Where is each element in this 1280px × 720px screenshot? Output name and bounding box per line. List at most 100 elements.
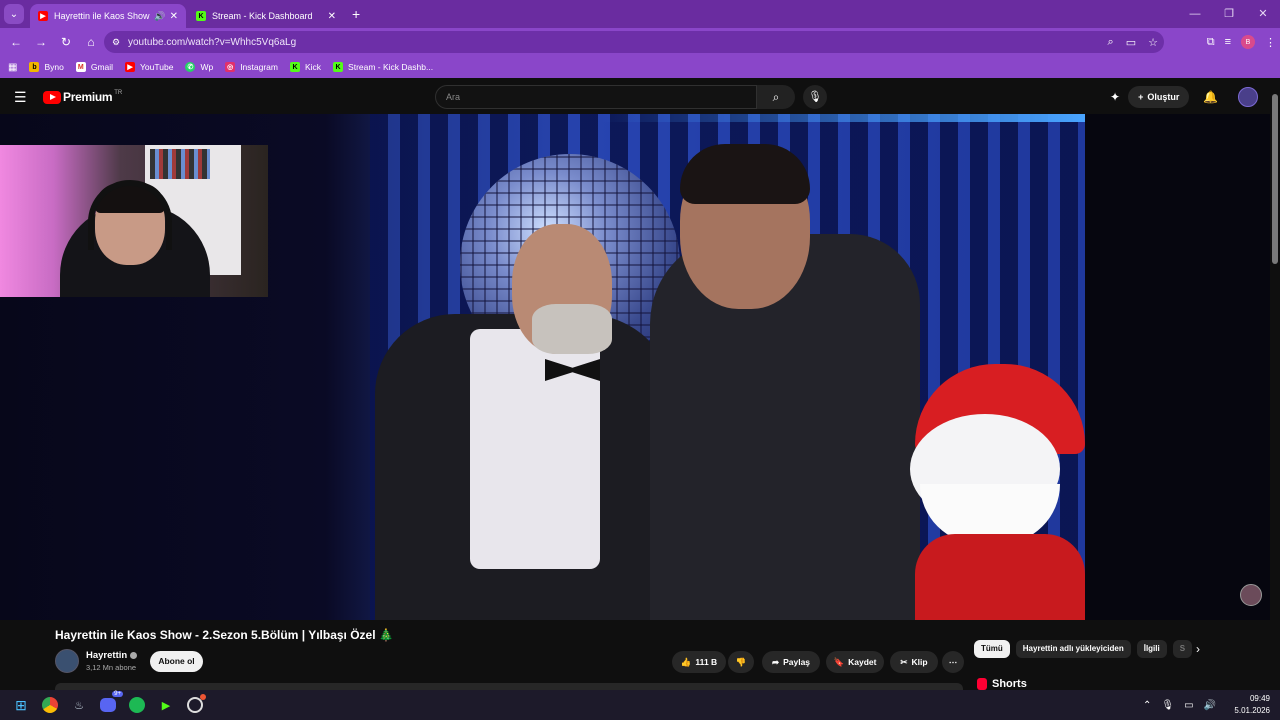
webcam-books bbox=[150, 149, 210, 179]
speaker-icon[interactable]: 🔊 bbox=[154, 11, 165, 22]
kick-app-icon[interactable]: ▶ bbox=[155, 694, 177, 716]
restore-icon[interactable]: ❐ bbox=[1212, 0, 1246, 28]
tab-close-icon[interactable]: ✕ bbox=[170, 11, 178, 22]
search-icon: ⌕ bbox=[772, 90, 780, 104]
tray-chevron-up-icon[interactable]: ⌃ bbox=[1143, 700, 1151, 711]
webcam-overlay bbox=[0, 145, 268, 297]
minimize-icon[interactable]: — bbox=[1178, 0, 1212, 28]
share-arrow-icon: ➦ bbox=[771, 656, 780, 667]
channel-name[interactable]: Hayrettin bbox=[86, 650, 127, 661]
voice-search-mic-icon[interactable]: 🎙 bbox=[803, 85, 827, 109]
browser-tab-bar: ⌄ ▶ Hayrettin ile Kaos Show - 2. 🔊 ✕ K S… bbox=[0, 0, 1280, 28]
bookmark-byno[interactable]: b Byno bbox=[29, 62, 64, 72]
site-info-icon[interactable]: ⚙ bbox=[112, 37, 120, 48]
obs-icon[interactable] bbox=[184, 694, 206, 716]
channel-name-row[interactable]: Hayrettin bbox=[86, 650, 138, 661]
hamburger-menu-icon[interactable]: ☰ bbox=[14, 89, 27, 106]
windows-taskbar: ⊞ ♨ 9+ ▶ ⌃ 🎙 ▭ 🔊 09:49 5.01.2026 bbox=[0, 690, 1280, 720]
close-window-icon[interactable]: ✕ bbox=[1246, 0, 1280, 28]
bookmark-kick-dashboard[interactable]: K Stream - Kick Dashb... bbox=[333, 62, 433, 72]
create-button[interactable]: + Oluştur bbox=[1128, 86, 1190, 108]
chip-from-uploader[interactable]: Hayrettin adlı yükleyiciden bbox=[1015, 640, 1131, 658]
stage-light bbox=[600, 114, 1085, 122]
tab-youtube-video[interactable]: ▶ Hayrettin ile Kaos Show - 2. 🔊 ✕ bbox=[30, 4, 186, 28]
share-button[interactable]: ➦ Paylaş bbox=[762, 651, 820, 673]
chrome-icon[interactable] bbox=[39, 694, 61, 716]
host-left-beard bbox=[532, 304, 612, 354]
search-button[interactable]: ⌕ bbox=[757, 85, 795, 109]
recording-dot-icon bbox=[200, 694, 206, 700]
gemini-sparkle-icon[interactable]: ✦ bbox=[1110, 90, 1120, 104]
youtube-header: ☰ Premium TR Ara ⌕ 🎙 ✦ + Oluştur 🔔 bbox=[0, 80, 1270, 114]
scrollbar-thumb[interactable] bbox=[1272, 94, 1278, 264]
back-arrow-icon[interactable]: ← bbox=[4, 35, 28, 49]
chip-related[interactable]: İlgili bbox=[1136, 640, 1167, 658]
tab-kick-dashboard[interactable]: K Stream - Kick Dashboard ✕ bbox=[188, 4, 344, 28]
like-button[interactable]: 👍 111 B bbox=[672, 651, 726, 673]
page-scrollbar[interactable] bbox=[1270, 80, 1280, 690]
bookmark-gmail[interactable]: M Gmail bbox=[75, 62, 113, 72]
extensions-icon[interactable]: ⧉ bbox=[1207, 36, 1215, 49]
search-input[interactable]: Ara bbox=[435, 85, 757, 109]
volume-icon[interactable]: 🔊 bbox=[1204, 700, 1216, 711]
more-actions-button[interactable]: ⋯ bbox=[942, 651, 964, 673]
thumbs-down-icon: 👎 bbox=[735, 656, 747, 667]
address-bar[interactable]: ⚙ youtube.com/watch?v=Whhc5Vq6aLg ⌕ ▭ ☆ bbox=[104, 31, 1164, 53]
system-clock[interactable]: 09:49 5.01.2026 bbox=[1234, 693, 1270, 717]
zoom-icon[interactable]: ⌕ bbox=[1108, 36, 1114, 49]
subscribe-button[interactable]: Abone ol bbox=[150, 651, 203, 672]
channel-avatar[interactable] bbox=[55, 649, 79, 673]
bookmark-label: Byno bbox=[44, 62, 64, 72]
discord-icon[interactable]: 9+ bbox=[97, 691, 123, 716]
instagram-icon: ◎ bbox=[225, 62, 236, 72]
youtube-play-logo-icon bbox=[43, 90, 61, 104]
like-count: 111 B bbox=[695, 657, 718, 667]
bookmark-kick[interactable]: K Kick bbox=[289, 62, 321, 72]
bookmark-instagram[interactable]: ◎ Instagram bbox=[225, 62, 278, 72]
chip-all[interactable]: Tümü bbox=[974, 640, 1010, 658]
tab-title: Stream - Kick Dashboard bbox=[212, 11, 313, 21]
host-right-hair bbox=[680, 144, 810, 204]
subscriber-count: 3,12 Mn abone bbox=[86, 663, 137, 672]
video-ambient-side bbox=[1085, 114, 1270, 620]
floating-channel-badge[interactable] bbox=[1240, 584, 1262, 606]
reload-icon[interactable]: ↻ bbox=[54, 35, 78, 49]
discord-badge: 9+ bbox=[112, 691, 123, 697]
window-controls: — ❐ ✕ bbox=[1178, 0, 1280, 28]
bookmark-wp[interactable]: ✆ Wp bbox=[185, 62, 213, 72]
windows-start-icon[interactable]: ⊞ bbox=[10, 694, 32, 716]
bookmark-label: Stream - Kick Dashb... bbox=[348, 62, 434, 72]
chevron-right-icon[interactable]: › bbox=[1196, 642, 1200, 656]
account-avatar[interactable] bbox=[1238, 87, 1259, 107]
notifications-bell-icon[interactable]: 🔔 bbox=[1203, 90, 1218, 104]
bookmark-star-icon[interactable]: ☆ bbox=[1148, 36, 1158, 49]
clip-button[interactable]: ✂ Klip bbox=[890, 651, 938, 673]
media-control-icon[interactable]: ≡ bbox=[1225, 36, 1231, 48]
new-tab-plus-icon[interactable]: + bbox=[352, 6, 360, 22]
cast-icon[interactable]: ▭ bbox=[1126, 36, 1136, 49]
spotify-icon[interactable] bbox=[126, 694, 148, 716]
kick-icon: K bbox=[289, 62, 300, 72]
santa-balloon-body bbox=[915, 534, 1085, 620]
apps-grid-icon[interactable]: ▦ bbox=[8, 62, 17, 73]
byno-icon: b bbox=[29, 62, 40, 72]
bookmark-label: YouTube bbox=[140, 62, 174, 72]
profile-avatar[interactable]: B bbox=[1241, 35, 1255, 49]
tab-search-chevron-icon[interactable]: ⌄ bbox=[4, 4, 24, 24]
browser-menu-icon[interactable]: ⋮ bbox=[1265, 36, 1276, 49]
description-box-edge[interactable] bbox=[55, 683, 963, 690]
forward-arrow-icon[interactable]: → bbox=[29, 35, 53, 49]
tab-close-icon[interactable]: ✕ bbox=[328, 11, 336, 22]
bookmark-youtube[interactable]: ▶ YouTube bbox=[125, 62, 173, 72]
display-icon[interactable]: ▭ bbox=[1184, 700, 1193, 711]
share-label: Paylaş bbox=[783, 657, 811, 667]
youtube-premium-logo[interactable]: Premium TR bbox=[43, 90, 122, 104]
bookmarks-bar: ▦ b Byno M Gmail ▶ YouTube ✆ Wp ◎ Instagram K… bbox=[0, 56, 1280, 78]
chip-truncated[interactable]: S bbox=[1172, 640, 1193, 658]
steam-icon[interactable]: ♨ bbox=[68, 694, 90, 716]
microphone-icon[interactable]: 🎙 bbox=[1161, 700, 1174, 711]
dislike-button[interactable]: 👎 bbox=[728, 651, 754, 673]
home-icon[interactable]: ⌂ bbox=[79, 35, 103, 49]
whatsapp-icon: ✆ bbox=[185, 62, 196, 72]
save-button[interactable]: 🔖 Kaydet bbox=[826, 651, 884, 673]
